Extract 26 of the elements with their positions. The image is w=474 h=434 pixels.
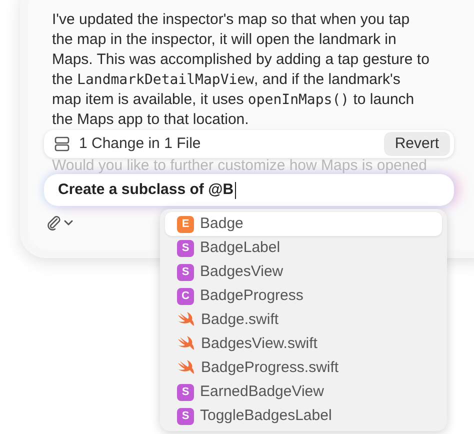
suggestion-item[interactable]: S BadgeLabel — [165, 236, 442, 260]
symbol-badge: C — [177, 288, 194, 304]
swift-bird-icon — [177, 312, 195, 328]
changes-label: 1 Change in 1 File — [79, 134, 201, 154]
prompt-field[interactable]: Create a subclass of @B — [44, 174, 454, 206]
paperclip-icon[interactable] — [46, 215, 62, 231]
symbol-badge: S — [177, 384, 194, 400]
swift-bird-icon — [177, 336, 195, 352]
assistant-message: I've updated the inspector's map so that when you tap the map in the inspector, it will open the landmark in Maps. This was accomplished by adding a tap gesture to the LandmarkDetailMapView, and if the landmark's map item is available, it uses openInMaps() to launch the Maps app to that location. — [52, 10, 430, 130]
suggestion-item[interactable]: BadgeProgress.swift — [165, 356, 442, 380]
symbol-badge: S — [177, 264, 194, 280]
symbol-badge: S — [177, 408, 194, 424]
stack-icon — [54, 136, 70, 152]
revert-button[interactable]: Revert — [384, 132, 450, 156]
suggestion-item[interactable]: S ToggleBadgesLabel — [165, 404, 442, 428]
swift-bird-icon — [177, 360, 195, 376]
suggestion-item[interactable]: S EarnedBadgeView — [165, 380, 442, 404]
symbol-badge: S — [177, 240, 194, 256]
follow-up-text: Would you like to further customize how Maps is opened — [52, 158, 428, 174]
suggestion-item[interactable]: C BadgeProgress — [165, 284, 442, 308]
suggestion-item[interactable]: BadgesView.swift — [165, 332, 442, 356]
symbol-badge: E — [177, 216, 194, 232]
chevron-down-icon[interactable] — [64, 220, 73, 226]
suggestion-item[interactable]: S BadgesView — [165, 260, 442, 284]
suggestion-item[interactable]: Badge.swift — [165, 308, 442, 332]
suggestion-item[interactable]: E Badge — [165, 212, 442, 236]
